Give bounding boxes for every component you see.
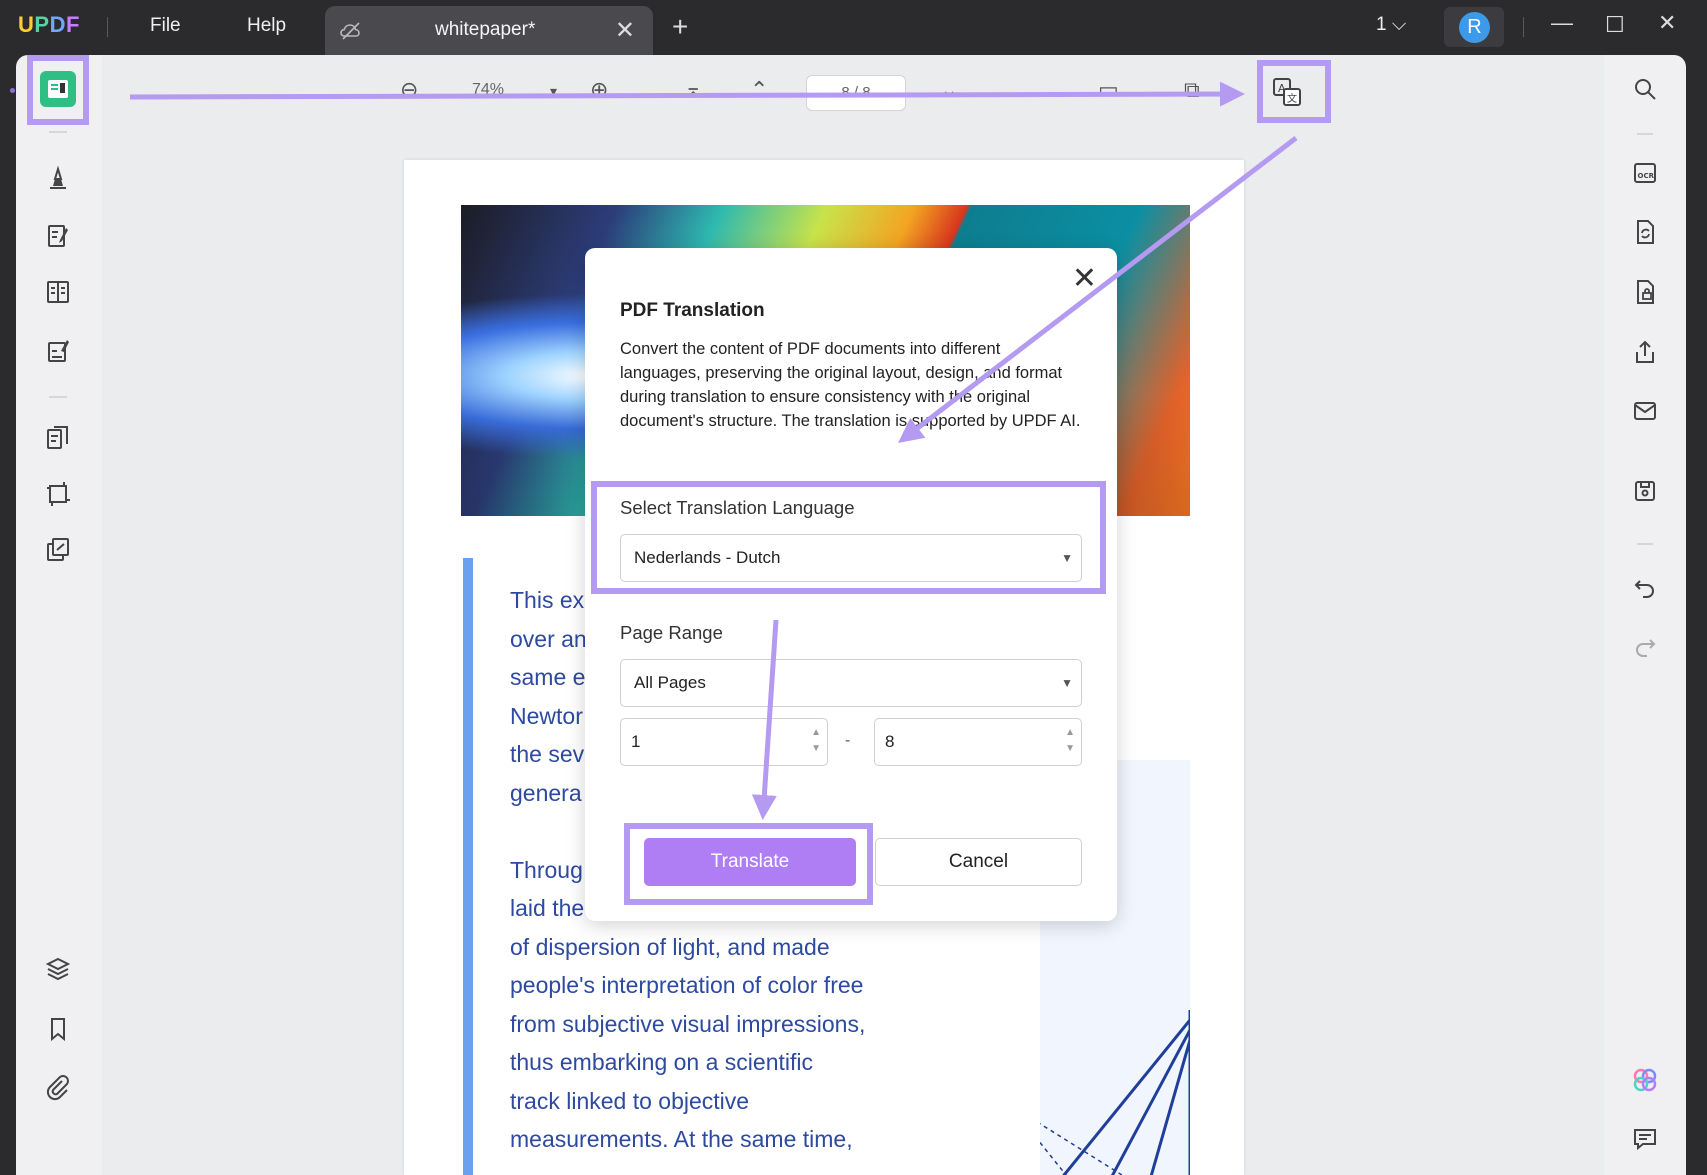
sign-icon[interactable]	[40, 333, 76, 369]
zoom-in-icon[interactable]: ⊕	[590, 77, 608, 103]
minimize-icon[interactable]: —	[1551, 10, 1573, 36]
cloud-off-icon	[340, 22, 360, 40]
range-from-input[interactable]: 1 ▲ ▼	[620, 718, 828, 766]
caret-down-icon: ▼	[1061, 676, 1073, 690]
zoom-dropdown-icon[interactable]: ▾	[550, 83, 557, 100]
divider	[1637, 133, 1653, 135]
body-text-line: people's interpretation of color free	[510, 972, 864, 998]
menu-help[interactable]: Help	[247, 15, 286, 37]
share-icon[interactable]	[1628, 335, 1662, 369]
body-text-line: thus embarking on a scientific	[510, 1049, 813, 1075]
highlight-translate-icon	[1257, 60, 1331, 123]
document-tab[interactable]: whitepaper* ✕	[325, 6, 653, 55]
edit-pdf-icon[interactable]	[40, 218, 76, 254]
menu-file[interactable]: File	[150, 15, 181, 37]
body-text-line: measurements. At the same time,	[510, 1126, 853, 1152]
updf-ai-icon[interactable]	[1628, 1063, 1662, 1097]
range-to-value: 8	[885, 732, 895, 751]
form-icon[interactable]	[40, 274, 76, 310]
ocr-icon[interactable]: OCR	[1628, 156, 1662, 190]
new-tab-button[interactable]: +	[672, 11, 688, 43]
attachment-icon[interactable]	[40, 1069, 76, 1105]
protect-icon[interactable]	[1628, 275, 1662, 309]
body-text-line: of dispersion of light, and made	[510, 934, 830, 960]
organize-pages-icon[interactable]	[40, 420, 76, 456]
redo-icon[interactable]	[1628, 629, 1662, 663]
body-text-line: Throug	[510, 857, 583, 883]
cancel-button[interactable]: Cancel	[875, 838, 1082, 886]
layers-icon[interactable]	[40, 951, 76, 987]
comment-highlighter-icon[interactable]	[40, 160, 76, 196]
tab-title: whitepaper*	[435, 19, 536, 40]
title-bar: UPDF File Help whitepaper* ✕ + 1 ⌵ R — ☐…	[0, 0, 1707, 55]
body-text-line: Newtor	[510, 703, 583, 729]
body-text-line: track linked to objective	[510, 1088, 750, 1114]
right-toolbar: OCR	[1604, 55, 1686, 1175]
range-to-input[interactable]: 8 ▲ ▼	[874, 718, 1082, 766]
body-text-line: This ex	[510, 587, 585, 613]
bookmark-icon[interactable]	[40, 1011, 76, 1047]
page-range-select[interactable]: All Pages ▼	[620, 659, 1082, 707]
divider	[107, 17, 108, 37]
avatar[interactable]: R	[1444, 7, 1504, 47]
divider	[1637, 543, 1653, 545]
view-toolbar: ⊖ 74% ▾ ⊕ ⌅ ⌃ 8 / 8 ⌄ ▭ ⧉ A文	[102, 55, 1604, 145]
body-text-line: from subjective visual impressions,	[510, 1011, 866, 1037]
next-page-icon[interactable]: ⌄	[940, 77, 958, 103]
body-text-line: genera	[510, 780, 582, 806]
page-range-label: Page Range	[620, 622, 723, 643]
highlight-language-select	[591, 481, 1106, 594]
comment-list-icon[interactable]	[1628, 1122, 1662, 1156]
close-window-icon[interactable]: ✕	[1658, 10, 1676, 36]
batch-icon[interactable]	[40, 532, 76, 568]
range-from-value: 1	[631, 732, 641, 751]
undo-icon[interactable]	[1628, 570, 1662, 604]
divider	[1523, 17, 1524, 37]
body-text-line: same e	[510, 664, 586, 690]
presentation-icon[interactable]: ▭	[1098, 77, 1119, 103]
svg-text:OCR: OCR	[1638, 172, 1655, 180]
tab-close-icon[interactable]: ✕	[615, 16, 635, 45]
dialog-description: Convert the content of PDF documents int…	[620, 340, 1081, 430]
page-display-icon[interactable]: ⧉	[1184, 77, 1200, 103]
active-indicator	[10, 88, 15, 93]
zoom-value[interactable]: 74%	[472, 81, 504, 99]
stepper-icon[interactable]: ▲ ▼	[1065, 725, 1075, 757]
divider	[49, 131, 67, 133]
page-range-value: All Pages	[634, 673, 706, 692]
email-icon[interactable]	[1628, 394, 1662, 428]
save-icon[interactable]	[1628, 474, 1662, 508]
left-toolbar	[10, 55, 102, 1175]
search-icon[interactable]	[1628, 72, 1662, 106]
quote-bar	[463, 558, 473, 1175]
body-text-line: over an	[510, 626, 587, 652]
convert-icon[interactable]	[1628, 215, 1662, 249]
highlight-translate-button	[624, 823, 873, 905]
page-number-field[interactable]: 8 / 8	[806, 75, 906, 111]
updf-logo: UPDF	[18, 12, 80, 37]
divider	[49, 396, 67, 398]
crop-icon[interactable]	[40, 476, 76, 512]
body-text-line: laid the	[510, 895, 585, 921]
previous-page-icon[interactable]: ⌃	[750, 77, 768, 103]
avatar-letter: R	[1459, 12, 1490, 43]
close-icon[interactable]: ✕	[1072, 264, 1097, 294]
zoom-out-icon[interactable]: ⊖	[400, 77, 418, 103]
range-dash: -	[845, 732, 851, 749]
chevron-down-icon: ⌵	[1391, 14, 1407, 35]
maximize-icon[interactable]: ☐	[1605, 12, 1625, 38]
page-indicator[interactable]: 1 ⌵	[1376, 14, 1406, 36]
highlight-reader-icon	[27, 55, 89, 125]
body-text-line: the sev	[510, 741, 585, 767]
dialog-title: PDF Translation	[620, 300, 765, 321]
first-page-icon[interactable]: ⌅	[684, 77, 702, 103]
stepper-icon[interactable]: ▲ ▼	[811, 725, 821, 757]
